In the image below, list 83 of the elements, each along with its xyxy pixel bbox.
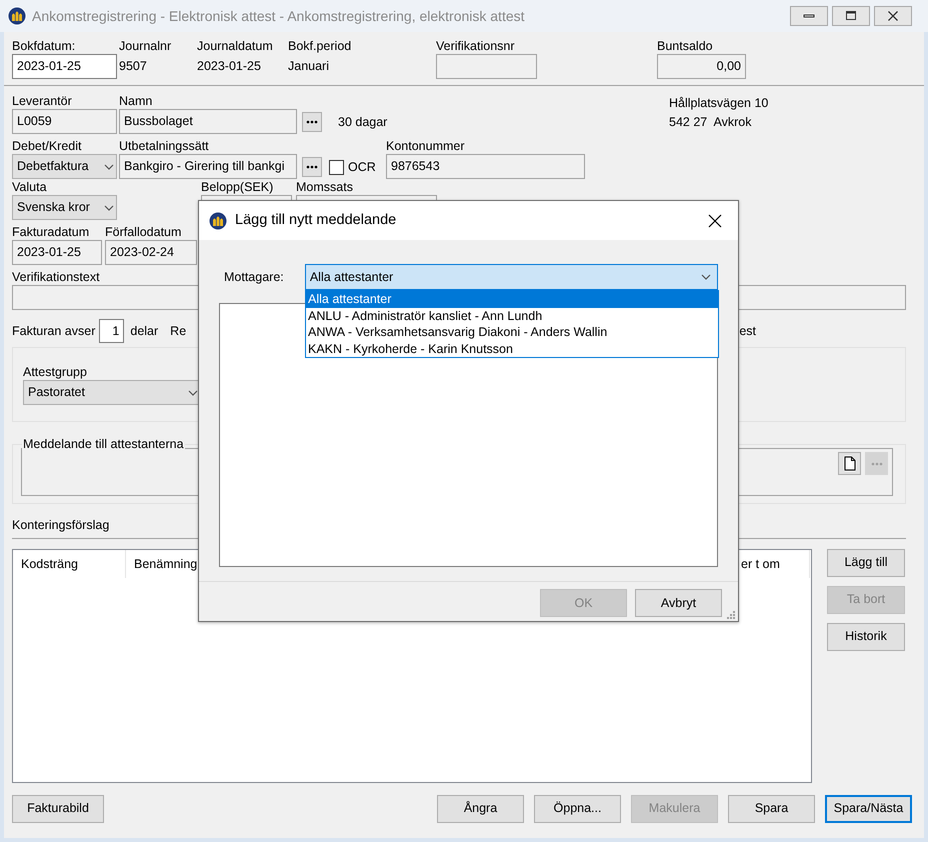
currency-dropdown[interactable]: Svenska kror bbox=[12, 195, 117, 220]
count-field[interactable]: 1 bbox=[99, 319, 124, 343]
close-button[interactable] bbox=[874, 6, 912, 26]
field-label: Attestgrupp bbox=[23, 364, 87, 380]
account-field[interactable]: 9876543 bbox=[386, 154, 585, 179]
payment-method-field[interactable]: Bankgiro - Girering till bankgi bbox=[119, 154, 297, 179]
column-header[interactable]: Kodsträng bbox=[13, 550, 126, 578]
field-label: Re bbox=[170, 322, 186, 340]
field-label: Buntsaldo bbox=[657, 38, 713, 54]
action-button[interactable]: Spara/Nästa bbox=[825, 794, 912, 823]
chevron-icon bbox=[188, 390, 198, 396]
field-label: est bbox=[739, 322, 756, 340]
chevron-icon bbox=[701, 274, 711, 280]
resize-grip-icon bbox=[727, 611, 735, 619]
group-dropdown[interactable]: Pastoratet bbox=[23, 380, 201, 405]
action-button[interactable]: Spara bbox=[728, 794, 815, 823]
group-label: Meddelande till attestanterna bbox=[22, 436, 185, 452]
field-label: Fakturan avser bbox=[12, 322, 96, 340]
chevron-icon bbox=[104, 204, 114, 210]
side-button[interactable]: Historik bbox=[827, 622, 905, 651]
ocr-checkbox[interactable] bbox=[329, 160, 344, 175]
maximize-button[interactable] bbox=[832, 6, 870, 26]
ellipsis-icon bbox=[306, 120, 318, 124]
document-icon bbox=[844, 456, 856, 471]
field-label: Namn bbox=[119, 93, 152, 109]
ellipsis-icon bbox=[306, 165, 318, 169]
date-field[interactable]: 2023-01-25 bbox=[12, 54, 117, 79]
close-icon bbox=[887, 10, 899, 22]
field-label: Debet/Kredit bbox=[12, 138, 82, 154]
dialog-title: Lägg till nytt meddelande bbox=[235, 210, 396, 230]
dropdown-option[interactable]: KAKN - Kyrkoherde - Karin Knutsson bbox=[306, 340, 718, 357]
maximize-icon bbox=[845, 10, 857, 22]
field-label: delar bbox=[130, 322, 158, 340]
ellipsis-button[interactable] bbox=[302, 157, 322, 177]
window-title: Ankomstregistrering - Elektronisk attest - Ankomstregistrering, elektronisk attest bbox=[32, 6, 525, 26]
recipient-dropdown[interactable]: Alla attestanter bbox=[304, 264, 718, 290]
field-label: Journalnr bbox=[119, 38, 172, 54]
field-label: Belopp(SEK) bbox=[201, 179, 274, 195]
section-title: Konteringsförslag bbox=[12, 518, 110, 532]
checkbox-label: OCR bbox=[348, 159, 376, 176]
type-dropdown[interactable]: Debetfaktura bbox=[12, 154, 117, 179]
field-value: 2023-01-25 bbox=[197, 58, 262, 75]
field-value: 9507 bbox=[119, 58, 148, 75]
field-label: Momssats bbox=[296, 179, 353, 195]
field-label: Leverantör bbox=[12, 93, 72, 109]
field-label: Fakturadatum bbox=[12, 224, 90, 240]
emblem-icon bbox=[8, 7, 26, 25]
field-label: Mottagare: bbox=[223, 268, 285, 286]
readonly-field[interactable] bbox=[436, 54, 537, 79]
side-button[interactable]: Lägg till bbox=[827, 548, 905, 577]
field-label: Journaldatum bbox=[197, 38, 273, 54]
chevron-icon bbox=[104, 164, 114, 170]
field-value: Januari bbox=[288, 58, 330, 75]
address-line: 542 27 Avkrok bbox=[669, 114, 752, 131]
dropdown-option[interactable]: ANLU - Administratör kansliet - Ann Lundh bbox=[306, 308, 718, 324]
field-label: Verifikationstext bbox=[12, 269, 100, 285]
emblem-icon bbox=[209, 212, 227, 230]
dropdown-option[interactable]: Alla attestanter bbox=[306, 291, 718, 308]
ellipsis-icon bbox=[870, 462, 882, 466]
field-label: Förfallodatum bbox=[105, 224, 182, 240]
supplier-field[interactable]: L0059 bbox=[12, 109, 117, 134]
action-button[interactable]: Öppna... bbox=[534, 794, 621, 823]
field-label: Bokf.period bbox=[288, 38, 352, 54]
action-button[interactable]: Ångra bbox=[437, 794, 524, 823]
dropdown-option[interactable]: ANWA - Verksamhetsansvarig Diakoni - Anders Wallin bbox=[306, 324, 718, 340]
action-button[interactable]: Fakturabild bbox=[12, 794, 104, 823]
dialog-button[interactable]: Avbryt bbox=[635, 589, 722, 617]
field-label: Bokfdatum: bbox=[12, 38, 76, 54]
address-line: Hållplatsvägen 10 bbox=[669, 95, 768, 112]
readonly-field[interactable]: 0,00 bbox=[657, 54, 746, 79]
ellipsis-button[interactable] bbox=[302, 112, 322, 132]
new-document-button[interactable] bbox=[838, 452, 861, 475]
payment-terms: 30 dagar bbox=[338, 114, 388, 132]
date-field[interactable]: 2023-02-24 bbox=[105, 240, 197, 265]
field-label: Valuta bbox=[12, 179, 47, 195]
date-field[interactable]: 2023-01-25 bbox=[12, 240, 102, 265]
minimize-button[interactable] bbox=[790, 6, 828, 26]
name-field[interactable]: Bussbolaget bbox=[119, 109, 297, 134]
close-icon bbox=[708, 214, 722, 228]
field-label: Kontonummer bbox=[386, 138, 465, 154]
field-label: Utbetalningssätt bbox=[119, 138, 209, 154]
column-header[interactable]: er t om bbox=[740, 550, 810, 578]
field-label: Verifikationsnr bbox=[436, 38, 515, 54]
